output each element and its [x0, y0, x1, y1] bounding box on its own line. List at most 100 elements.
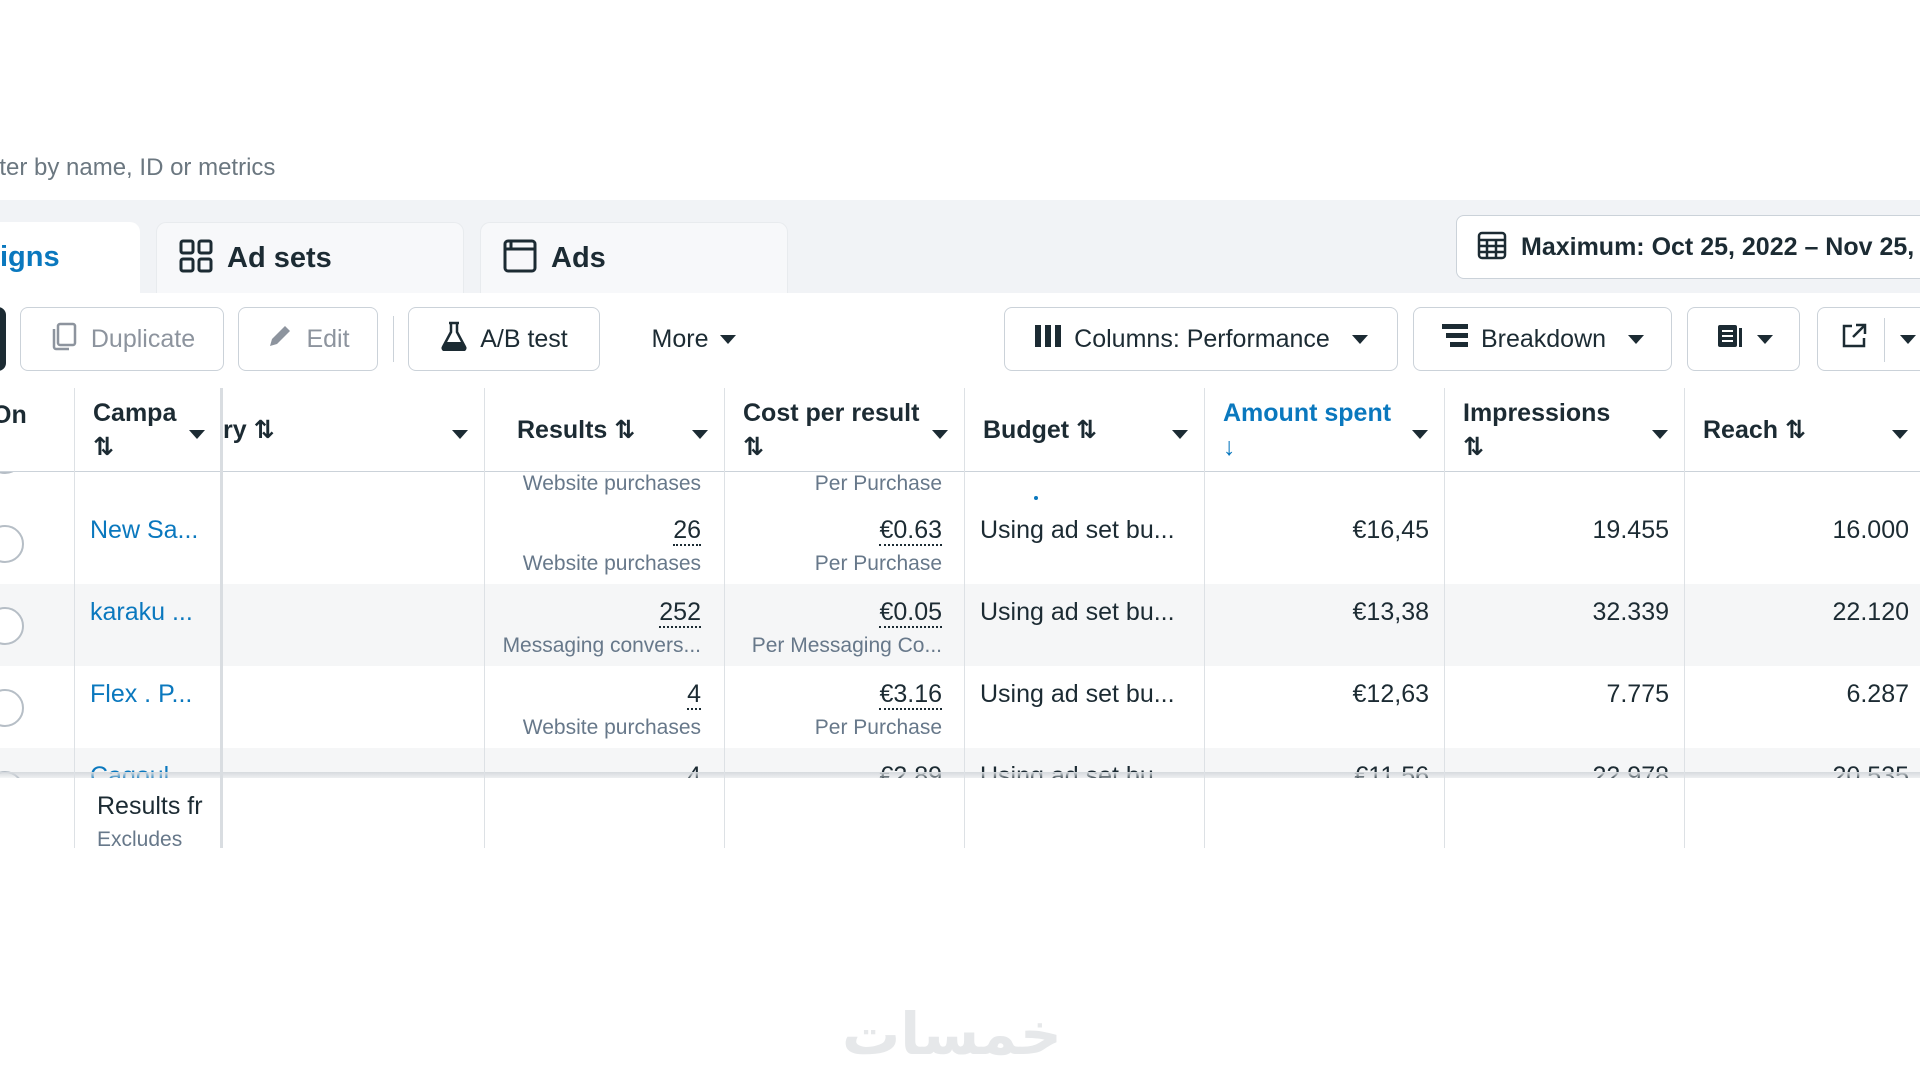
- footer-results-label: Results fr: [97, 792, 203, 820]
- chevron-down-icon[interactable]: [1172, 430, 1188, 439]
- create-button[interactable]: [0, 307, 6, 371]
- campaign-name-link[interactable]: karaku ...: [90, 598, 193, 627]
- edit-button[interactable]: Edit: [238, 307, 378, 371]
- chevron-down-icon[interactable]: [452, 430, 468, 439]
- row-toggle[interactable]: [0, 607, 24, 645]
- export-button[interactable]: [1817, 307, 1920, 371]
- chevron-down-icon: [1900, 335, 1916, 344]
- column-header-budget[interactable]: Budget ⇅: [965, 388, 1204, 472]
- chevron-down-icon[interactable]: [692, 430, 708, 439]
- row-toggle[interactable]: [0, 525, 24, 563]
- search-filter-placeholder: lter by name, ID or metrics: [0, 154, 276, 181]
- results-sub: Website purchases: [522, 472, 701, 495]
- results-value: 4: [687, 680, 701, 710]
- table-row[interactable]: Flex . P... 4 Website purchases €3.16 Pe…: [0, 666, 1920, 748]
- chevron-down-icon[interactable]: [932, 430, 948, 439]
- ad-frame-icon: [503, 239, 537, 278]
- table-footer: Results fr Excludes: [0, 778, 1920, 848]
- chevron-down-icon[interactable]: [1412, 430, 1428, 439]
- watermark-logo: خمسات: [842, 1002, 1062, 1067]
- table-row[interactable]: karaku ... 252 Messaging convers... €0.0…: [0, 584, 1920, 666]
- column-header-campaign[interactable]: Campa ⇅: [75, 388, 221, 472]
- frozen-column-edge: [220, 388, 223, 848]
- impressions-value: 19.455: [1592, 516, 1669, 544]
- tab-ad-sets-label: Ad sets: [227, 241, 332, 274]
- campaign-name-link[interactable]: New Sa...: [90, 516, 198, 545]
- cost-value: €3.16: [879, 680, 942, 710]
- header-results-label: Results ⇅: [517, 415, 636, 444]
- cost-sub: Per Purchase: [814, 472, 942, 495]
- column-header-cost-per-result[interactable]: Cost per result ⇅: [725, 388, 964, 472]
- header-impressions-label: Impressions ⇅: [1463, 398, 1611, 461]
- breakdown-label: Breakdown: [1480, 324, 1607, 353]
- chevron-down-icon[interactable]: [1892, 430, 1908, 439]
- impressions-value: 7.775: [1606, 680, 1669, 708]
- ab-test-button[interactable]: A/B test: [408, 307, 600, 371]
- search-filter[interactable]: lter by name, ID or metrics: [0, 150, 1920, 186]
- chevron-down-icon[interactable]: [189, 430, 205, 439]
- tab-ads-label: Ads: [551, 241, 606, 274]
- ab-test-label: A/B test: [480, 324, 568, 353]
- breakdown-dropdown[interactable]: Breakdown: [1413, 307, 1672, 371]
- column-header-impressions[interactable]: Impressions ⇅: [1445, 388, 1684, 472]
- results-sub: Website purchases: [522, 716, 701, 739]
- column-header-results[interactable]: Results ⇅: [485, 388, 724, 472]
- chevron-down-icon[interactable]: [1652, 430, 1668, 439]
- chevron-down-icon: [720, 334, 737, 344]
- tab-campaigns[interactable]: igns: [0, 222, 140, 293]
- header-cost-label: Cost per result ⇅: [743, 398, 920, 461]
- chevron-down-icon: [1756, 334, 1773, 344]
- results-value: 252: [659, 598, 701, 628]
- cost-sub: Per Messaging Co...: [751, 634, 942, 657]
- duplicate-label: Duplicate: [90, 324, 196, 353]
- row-toggle[interactable]: [0, 689, 24, 727]
- reach-value: 6.287: [1846, 680, 1909, 708]
- export-divider: [1884, 318, 1885, 362]
- toolbar-divider: [393, 316, 394, 362]
- grid-icon: [179, 239, 213, 278]
- column-header-amount-spent[interactable]: Amount spent ↓: [1205, 388, 1444, 472]
- budget-value: Using ad set bu...: [980, 516, 1175, 544]
- cost-value: €0.05: [879, 598, 942, 628]
- column-header-reach[interactable]: Reach ⇅: [1685, 388, 1920, 472]
- column-header-on: On: [0, 388, 74, 472]
- reports-icon: [1715, 321, 1745, 358]
- header-budget-label: Budget ⇅: [983, 415, 1097, 444]
- header-campaign-label: Campa ⇅: [93, 398, 177, 461]
- amount-spent-value: €13,38: [1352, 598, 1429, 626]
- table-row[interactable]: New Sa... 26 Website purchases €0.63 Per…: [0, 502, 1920, 584]
- pencil-icon: [266, 322, 294, 357]
- header-delivery-label: ry ⇅: [223, 415, 275, 444]
- columns-label: Columns: Performance: [1074, 324, 1330, 353]
- budget-indicator-dot: [1034, 496, 1038, 500]
- campaign-name-link[interactable]: Flex . P...: [90, 680, 192, 709]
- cost-value: €0.63: [879, 516, 942, 546]
- calendar-icon: [1477, 230, 1507, 265]
- reach-value: 16.000: [1832, 516, 1909, 544]
- duplicate-button[interactable]: Duplicate: [20, 307, 224, 371]
- budget-value: Using ad set bu...: [980, 680, 1175, 708]
- impressions-value: 32.339: [1592, 598, 1669, 626]
- tab-campaigns-label: igns: [0, 241, 60, 273]
- reports-dropdown[interactable]: [1687, 307, 1800, 371]
- flask-icon: [440, 321, 468, 358]
- header-on-label: On: [0, 401, 27, 429]
- results-sub: Website purchases: [522, 552, 701, 575]
- column-header-delivery[interactable]: ry ⇅: [223, 388, 484, 472]
- tab-ad-sets[interactable]: Ad sets: [156, 222, 464, 293]
- date-range-picker[interactable]: Maximum: Oct 25, 2022 – Nov 25, 2: [1456, 215, 1920, 279]
- header-amount-spent-label: Amount spent ↓: [1223, 398, 1392, 461]
- footer-results-sub: Excludes: [97, 828, 183, 848]
- external-link-icon: [1840, 322, 1868, 357]
- breakdown-icon: [1441, 322, 1469, 357]
- columns-dropdown[interactable]: Columns: Performance: [1004, 307, 1398, 371]
- reach-value: 22.120: [1832, 598, 1909, 626]
- cost-sub: Per Purchase: [814, 716, 942, 739]
- chevron-down-icon: [1628, 334, 1645, 344]
- budget-value: Using ad set bu...: [980, 598, 1175, 626]
- more-dropdown[interactable]: More: [626, 307, 762, 371]
- tab-ads[interactable]: Ads: [480, 222, 788, 293]
- cost-sub: Per Purchase: [814, 552, 942, 575]
- results-value: 26: [673, 516, 701, 546]
- chevron-down-icon: [1351, 334, 1368, 344]
